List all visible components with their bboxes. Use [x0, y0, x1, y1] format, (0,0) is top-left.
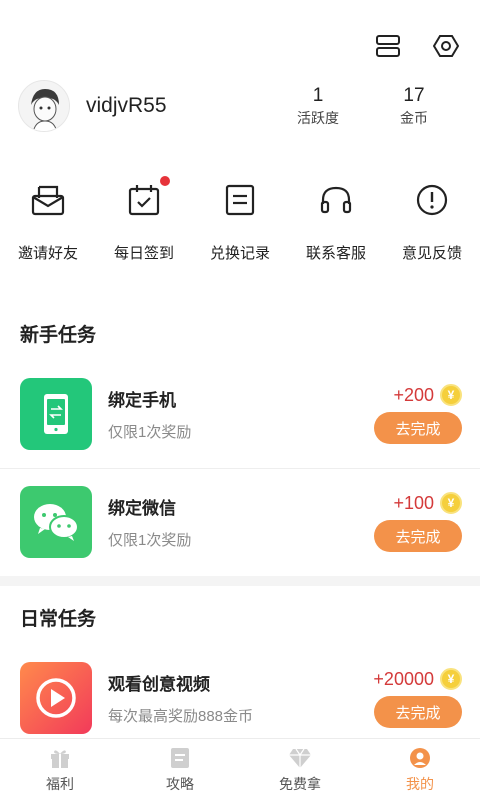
document-icon — [168, 746, 192, 770]
task-description: 每次最高奖励888金币 — [108, 708, 254, 725]
task-reward: +100 ¥ — [393, 492, 462, 514]
task-title: 观看创意视频 — [108, 675, 210, 694]
shortcut-customer-service[interactable]: 联系客服 — [288, 180, 384, 263]
divider — [0, 468, 480, 469]
phone-icon — [20, 378, 92, 450]
go-complete-button[interactable]: 去完成 — [374, 412, 462, 444]
task-title: 绑定手机 — [108, 391, 176, 410]
go-complete-button[interactable]: 去完成 — [374, 696, 462, 728]
shortcut-row: 邀请好友 每日签到 兑换记录 联系客服 意见反馈 — [0, 176, 480, 263]
alert-circle-icon — [412, 180, 452, 220]
go-complete-button[interactable]: 去完成 — [374, 520, 462, 552]
profile-header: vidjvR55 1 活跃度 17 金币 — [18, 78, 462, 134]
notification-dot — [160, 176, 170, 186]
shortcut-label: 兑换记录 — [209, 245, 270, 262]
nav-free[interactable]: 免费拿 — [240, 739, 360, 800]
task-bind-phone: 绑定手机 仅限1次奖励 +200 ¥ 去完成 — [0, 368, 480, 460]
stat-coins-value: 17 — [403, 85, 425, 106]
nav-label: 攻略 — [166, 775, 194, 792]
username: vidjvR55 — [86, 94, 167, 117]
section-title-newbie: 新手任务 — [20, 325, 97, 346]
section-gap — [0, 576, 480, 586]
task-description: 仅限1次奖励 — [108, 424, 192, 441]
nav-welfare[interactable]: 福利 — [0, 739, 120, 800]
task-reward-value: +100 — [393, 492, 434, 513]
stat-coins[interactable]: 17 金币 — [366, 84, 462, 128]
task-bind-wechat: 绑定微信 仅限1次奖励 +100 ¥ 去完成 — [0, 476, 480, 568]
settings-icon[interactable] — [428, 28, 464, 64]
diamond-icon — [288, 746, 312, 770]
nav-mine[interactable]: 我的 — [360, 739, 480, 800]
task-title: 绑定微信 — [108, 499, 176, 518]
wechat-icon — [20, 486, 92, 558]
nav-label: 福利 — [46, 775, 74, 792]
shortcut-redeem-history[interactable]: 兑换记录 — [192, 180, 288, 263]
calendar-check-icon — [124, 176, 170, 220]
section-title-daily: 日常任务 — [20, 609, 97, 630]
nav-guide[interactable]: 攻略 — [120, 739, 240, 800]
user-icon — [408, 746, 432, 770]
task-reward-value: +200 — [393, 384, 434, 405]
nav-label: 我的 — [406, 775, 434, 792]
task-watch-video: 观看创意视频 每次最高奖励888金币 +20000 ¥ 去完成 — [0, 652, 480, 744]
nav-label: 免费拿 — [279, 775, 321, 792]
bottom-nav: 福利 攻略 免费拿 我的 — [0, 738, 480, 800]
avatar[interactable] — [18, 80, 70, 132]
headset-icon — [316, 180, 356, 220]
stat-activity[interactable]: 1 活跃度 — [270, 84, 366, 128]
envelope-icon — [28, 180, 68, 220]
stat-activity-value: 1 — [312, 85, 324, 106]
gift-icon — [48, 746, 72, 770]
play-icon — [20, 662, 92, 734]
task-reward-value: +20000 — [373, 668, 434, 689]
stat-activity-label: 活跃度 — [297, 110, 339, 126]
shortcut-invite-friends[interactable]: 邀请好友 — [0, 180, 96, 263]
shortcut-label: 每日签到 — [113, 245, 174, 262]
task-reward: +200 ¥ — [393, 384, 462, 406]
coin-icon: ¥ — [440, 668, 462, 690]
task-description: 仅限1次奖励 — [108, 532, 192, 549]
coin-icon: ¥ — [440, 492, 462, 514]
shortcut-feedback[interactable]: 意见反馈 — [384, 180, 480, 263]
stat-coins-label: 金币 — [400, 110, 428, 126]
coin-icon: ¥ — [440, 384, 462, 406]
task-reward: +20000 ¥ — [373, 668, 462, 690]
scan-icon[interactable] — [370, 28, 406, 64]
shortcut-daily-checkin[interactable]: 每日签到 — [96, 176, 192, 263]
list-icon — [220, 180, 260, 220]
shortcut-label: 意见反馈 — [401, 245, 462, 262]
shortcut-label: 邀请好友 — [17, 245, 78, 262]
top-bar — [370, 28, 464, 64]
shortcut-label: 联系客服 — [305, 245, 366, 262]
